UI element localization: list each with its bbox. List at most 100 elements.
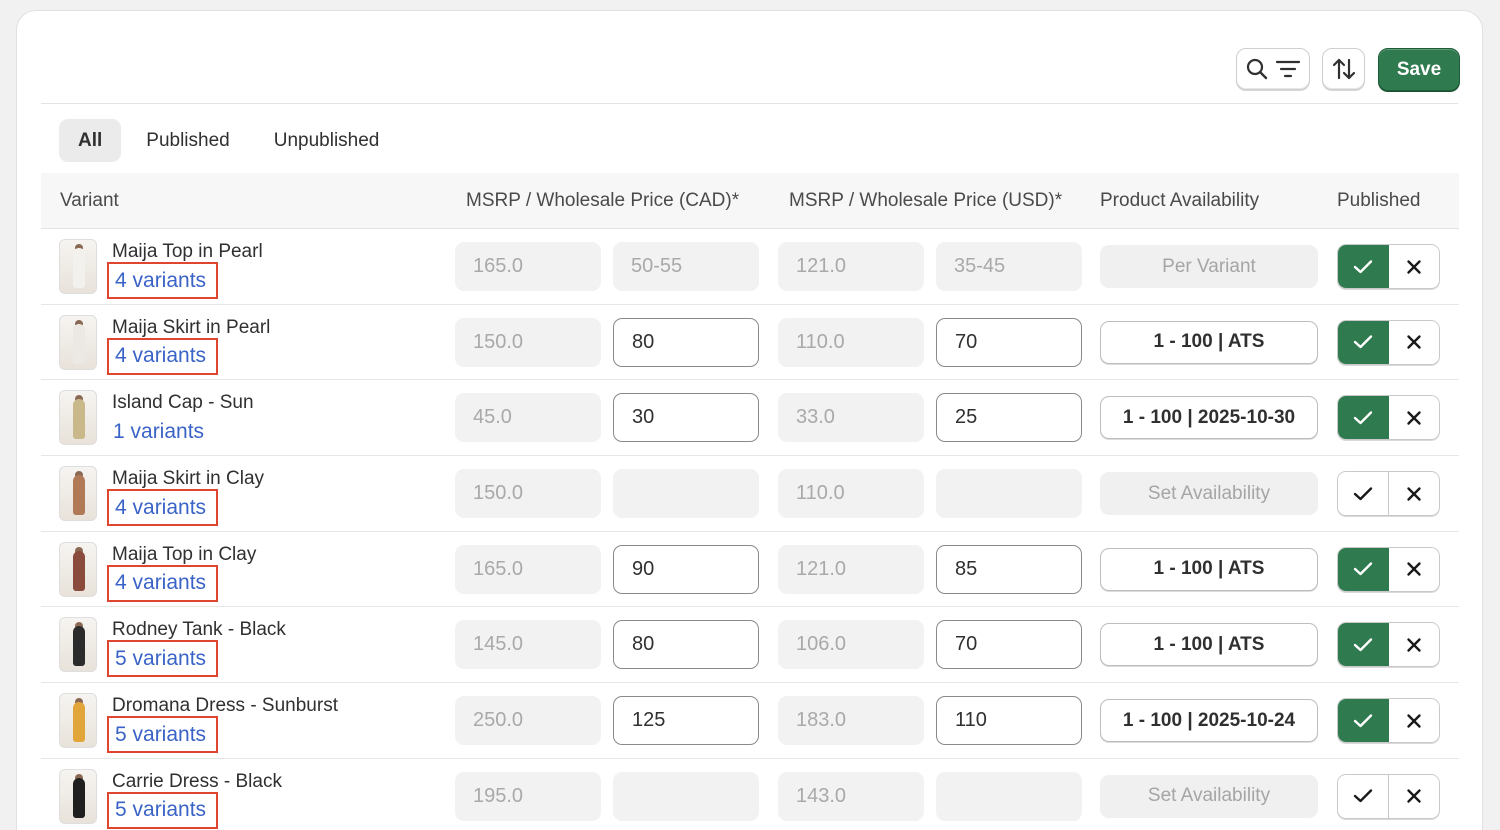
variants-link[interactable]: 5 variants [107, 716, 219, 754]
publish-yes-button[interactable] [1338, 245, 1389, 288]
check-icon [1353, 259, 1372, 273]
publish-yes-button[interactable] [1338, 699, 1389, 743]
table-row: Maija Top in Pearl 4 variants 165.0 50-55 12… [41, 229, 1459, 305]
publish-no-button[interactable] [1388, 320, 1439, 364]
publish-yes-button[interactable] [1338, 547, 1389, 591]
search-icon [1246, 58, 1268, 80]
publish-yes-button[interactable] [1338, 623, 1389, 667]
availability-button[interactable]: Set Availability [1100, 472, 1318, 516]
wholesale-cad-input[interactable]: 80 [613, 620, 759, 670]
table-row: Maija Top in Clay 4 variants 165.0 90 121.0 8… [41, 532, 1459, 608]
msrp-usd-field: 121.0 [778, 242, 924, 291]
check-icon [1353, 411, 1372, 425]
publish-no-button[interactable] [1388, 623, 1439, 667]
close-icon [1407, 789, 1421, 804]
wholesale-cad-input[interactable]: 80 [613, 317, 759, 367]
msrp-usd-field: 106.0 [778, 620, 924, 670]
wholesale-usd-input[interactable]: 70 [936, 317, 1082, 367]
check-icon [1353, 713, 1372, 727]
wholesale-cad-input[interactable]: 125 [613, 696, 759, 746]
publish-no-button[interactable] [1388, 699, 1439, 743]
table-row: Carrie Dress - Black 5 variants 195.0 143.0… [41, 759, 1459, 830]
product-thumbnail[interactable] [59, 239, 97, 294]
product-thumbnail[interactable] [59, 617, 97, 673]
header-published: Published [1337, 190, 1421, 211]
table-row: Maija Skirt in Clay 4 variants 150.0 110.0 S… [41, 456, 1459, 532]
product-thumbnail[interactable] [59, 693, 97, 749]
product-thumbnail[interactable] [59, 466, 97, 522]
variants-link[interactable]: 4 variants [107, 489, 219, 527]
msrp-usd-field: 121.0 [778, 544, 924, 594]
msrp-usd-field: 183.0 [778, 696, 924, 746]
sort-icon [1332, 58, 1355, 80]
variants-link[interactable]: 5 variants [107, 640, 219, 678]
wholesale-cad-input[interactable]: 90 [613, 544, 759, 594]
tab-all[interactable]: All [59, 119, 122, 162]
published-toggle [1337, 698, 1440, 744]
search-filter-button[interactable] [1236, 48, 1310, 90]
publish-no-button[interactable] [1388, 774, 1439, 818]
close-icon [1407, 335, 1421, 349]
product-thumbnail[interactable] [59, 314, 97, 370]
wholesale-usd-input: 35-45 [936, 242, 1082, 291]
availability-button[interactable]: 1 - 100 | ATS [1100, 623, 1318, 667]
publish-yes-button[interactable] [1338, 320, 1389, 364]
msrp-usd-field: 143.0 [778, 771, 924, 821]
close-icon [1407, 259, 1421, 274]
availability-button[interactable]: Per Variant [1100, 245, 1318, 288]
product-name: Carrie Dress - Black [112, 770, 282, 792]
wholesale-usd-input[interactable]: 110 [936, 696, 1082, 746]
product-name: Maija Skirt in Pearl [112, 316, 271, 338]
wholesale-cad-input[interactable]: 30 [613, 393, 759, 443]
product-thumbnail[interactable] [59, 768, 97, 824]
wholesale-usd-input[interactable]: 85 [936, 544, 1082, 594]
publish-no-button[interactable] [1388, 245, 1439, 288]
header-msrp-usd: MSRP / Wholesale Price (USD)* [789, 190, 1063, 211]
product-name: Maija Top in Pearl [112, 241, 263, 262]
publish-no-button[interactable] [1388, 472, 1439, 516]
variants-link[interactable]: 1 variants [107, 413, 214, 450]
availability-button[interactable]: 1 - 100 | 2025-10-24 [1100, 699, 1318, 743]
availability-button[interactable]: 1 - 100 | ATS [1100, 547, 1318, 591]
msrp-cad-field: 150.0 [455, 469, 601, 519]
product-name: Island Cap - Sun [112, 392, 254, 414]
tab-unpublished[interactable]: Unpublished [255, 119, 399, 162]
close-icon [1407, 411, 1421, 425]
msrp-cad-field: 145.0 [455, 620, 601, 670]
variants-link[interactable]: 4 variants [107, 262, 219, 299]
check-icon [1353, 335, 1372, 349]
product-name: Maija Skirt in Clay [112, 468, 265, 490]
wholesale-usd-input[interactable]: 25 [936, 393, 1082, 443]
wholesale-usd-input [936, 469, 1082, 519]
variants-link[interactable]: 4 variants [107, 337, 219, 375]
msrp-usd-field: 33.0 [778, 393, 924, 443]
wholesale-cad-input: 50-55 [613, 242, 759, 291]
wholesale-usd-input [936, 771, 1082, 821]
check-icon [1353, 562, 1372, 576]
sort-button[interactable] [1322, 48, 1365, 90]
publish-yes-button[interactable] [1338, 774, 1389, 818]
variants-link[interactable]: 4 variants [107, 564, 219, 602]
filter-icon [1276, 60, 1300, 78]
published-toggle [1337, 622, 1440, 668]
published-toggle [1337, 319, 1440, 365]
msrp-cad-field: 45.0 [455, 393, 601, 443]
publish-no-button[interactable] [1388, 396, 1439, 440]
product-name: Rodney Tank - Black [112, 619, 286, 641]
availability-button[interactable]: Set Availability [1100, 774, 1318, 818]
close-icon [1407, 713, 1421, 728]
close-icon [1407, 486, 1421, 501]
product-thumbnail[interactable] [59, 541, 97, 597]
availability-button[interactable]: 1 - 100 | ATS [1100, 320, 1318, 364]
variants-link[interactable]: 5 variants [107, 791, 219, 829]
product-name: Maija Top in Clay [112, 543, 257, 565]
product-thumbnail[interactable] [59, 390, 97, 446]
publish-yes-button[interactable] [1338, 396, 1389, 440]
publish-no-button[interactable] [1388, 547, 1439, 591]
publish-yes-button[interactable] [1338, 472, 1389, 516]
tab-published[interactable]: Published [127, 119, 248, 162]
availability-button[interactable]: 1 - 100 | 2025-10-30 [1100, 396, 1318, 440]
wholesale-usd-input[interactable]: 70 [936, 620, 1082, 670]
save-button[interactable]: Save [1378, 48, 1460, 91]
product-name: Dromana Dress - Sunburst [112, 695, 338, 717]
